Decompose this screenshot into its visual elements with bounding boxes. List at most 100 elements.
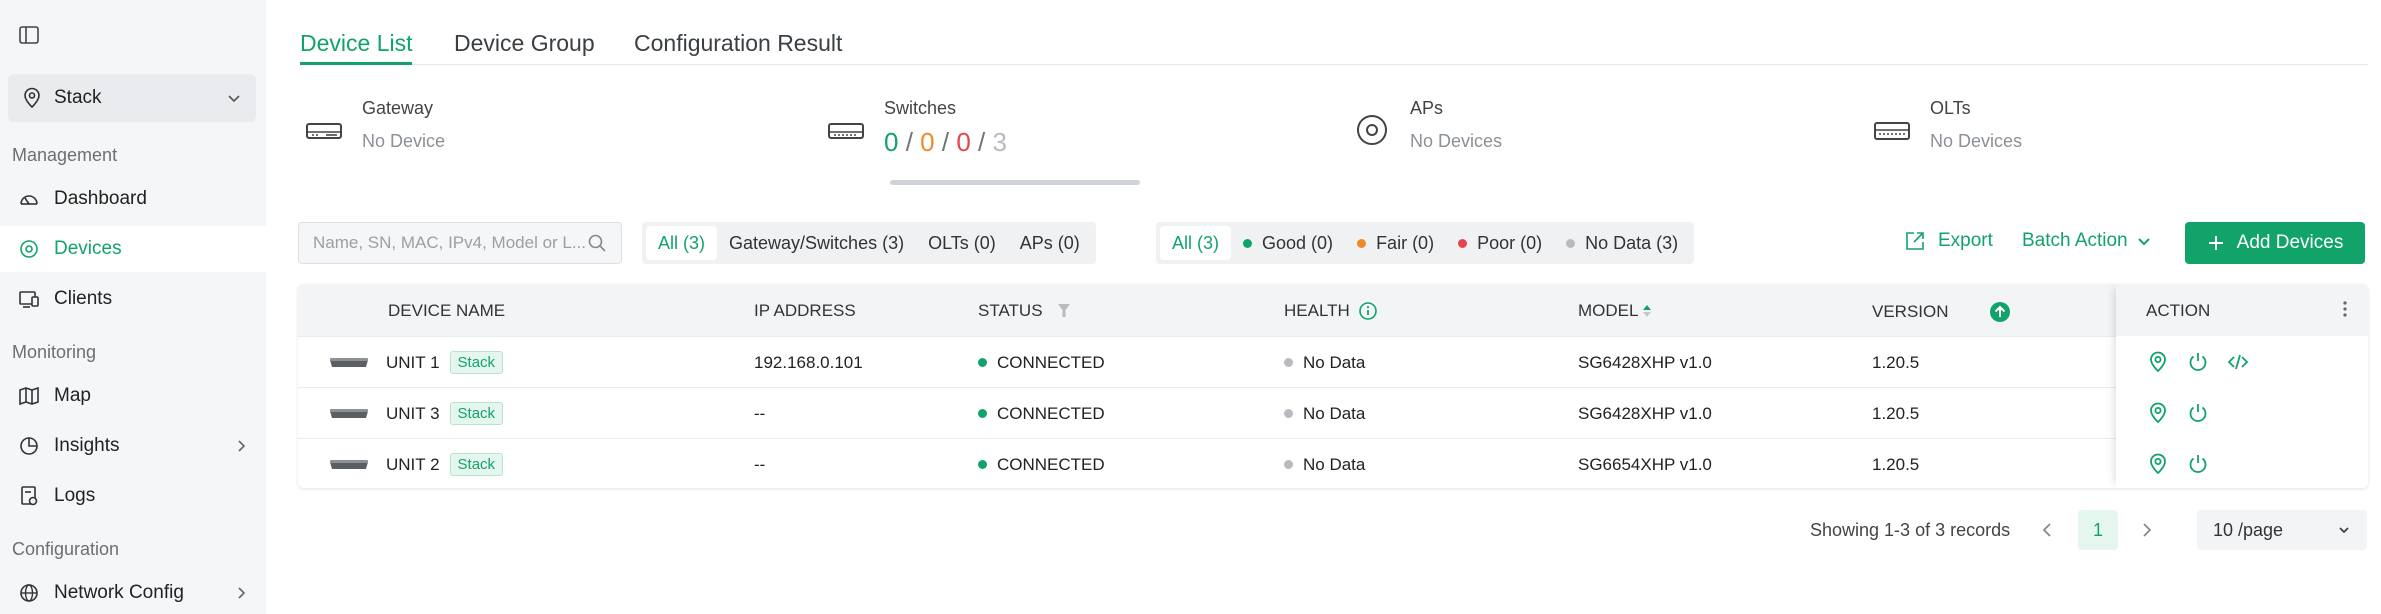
table-row[interactable]: UNIT 3 Stack -- CONNECTED No Data SG6428… [298, 387, 2368, 438]
search-input[interactable] [313, 233, 587, 253]
summary-aps-status: No Devices [1410, 131, 1503, 151]
sort-ascending-icon[interactable] [1642, 303, 1652, 319]
batch-action-label: Batch Action [2022, 230, 2128, 251]
device-name[interactable]: UNIT 3 [386, 404, 440, 424]
chevron-right-icon [232, 437, 250, 455]
filter-health-no-data-label: No Data (3) [1585, 233, 1679, 253]
info-icon[interactable] [1358, 301, 1378, 321]
switch-health-counts: 0 / 0 / 0 / 3 [884, 127, 1007, 158]
table-row[interactable]: UNIT 1 Stack 192.168.0.101 CONNECTED No … [298, 336, 2368, 387]
add-devices-button[interactable]: Add Devices [2185, 222, 2365, 264]
sidebar: Stack Management Dashboard Devices Clien… [0, 0, 266, 614]
page-size-value: 10 /page [2213, 519, 2284, 540]
filter-health-good-label: Good (0) [1262, 233, 1334, 253]
sidebar-item-logs[interactable]: Logs [0, 473, 266, 519]
more-vertical-icon[interactable] [2342, 299, 2348, 319]
switch-count-total: 3 [992, 127, 1007, 157]
tab-device-group[interactable]: Device Group [454, 30, 595, 57]
connected-dot [978, 409, 987, 418]
logs-icon [18, 485, 40, 507]
device-name[interactable]: UNIT 1 [386, 353, 440, 373]
tab-device-list[interactable]: Device List [300, 30, 412, 57]
count-separator: / [905, 127, 913, 157]
good-dot [1243, 238, 1253, 248]
tab-configuration-result[interactable]: Configuration Result [634, 30, 842, 57]
summary-olts-status: No Devices [1930, 131, 2023, 151]
device-search [298, 222, 622, 264]
sidebar-item-label: Clients [54, 288, 113, 309]
site-selector[interactable]: Stack [8, 74, 256, 122]
cli-code-icon[interactable] [2226, 350, 2250, 374]
switch-count-poor: 0 [956, 127, 971, 157]
row-actions [2146, 387, 2226, 438]
sidebar-item-network-config[interactable]: Network Config [0, 570, 266, 614]
page-size-select[interactable]: 10 /page [2197, 510, 2367, 550]
section-configuration: Configuration [12, 539, 120, 559]
section-management: Management [12, 145, 118, 165]
locate-icon[interactable] [2146, 350, 2170, 374]
upgrade-icon[interactable] [1989, 301, 2011, 323]
summary-olts-title: OLTs [1930, 98, 1971, 118]
chevron-left-icon[interactable] [2038, 520, 2058, 540]
sidebar-toggle-icon[interactable] [18, 24, 40, 46]
filter-health-good[interactable]: Good (0) [1231, 226, 1345, 260]
add-devices-label: Add Devices [2236, 232, 2344, 253]
column-action: ACTION [2146, 301, 2210, 321]
switch-count-good: 0 [884, 127, 899, 157]
filter-health-fair[interactable]: Fair (0) [1345, 226, 1446, 260]
search-icon[interactable] [587, 233, 607, 253]
count-separator: / [978, 127, 986, 157]
locate-icon[interactable] [2146, 452, 2170, 476]
batch-action-dropdown[interactable]: Batch Action [2022, 230, 2152, 252]
devices-icon [18, 238, 40, 260]
filter-type-aps[interactable]: APs (0) [1008, 226, 1092, 260]
column-label: STATUS [978, 301, 1043, 320]
globe-icon [18, 582, 40, 604]
filter-type-gateway-switches[interactable]: Gateway/Switches (3) [717, 226, 916, 260]
ip-address-cell: -- [754, 454, 766, 474]
filter-icon[interactable] [1057, 303, 1071, 319]
insights-icon [18, 435, 40, 457]
location-pin-icon [22, 87, 42, 109]
locate-icon[interactable] [2146, 401, 2170, 425]
health-text: No Data [1303, 352, 1366, 372]
summary-aps: APs No Devices [1352, 98, 1502, 152]
stack-tag: Stack [449, 351, 504, 374]
sidebar-item-map[interactable]: Map [0, 373, 266, 419]
active-tab-indicator [300, 62, 412, 65]
sidebar-item-devices[interactable]: Devices [0, 226, 266, 272]
filter-type-olts[interactable]: OLTs (0) [916, 226, 1008, 260]
filter-health-poor[interactable]: Poor (0) [1446, 226, 1554, 260]
column-label: IP ADDRESS [754, 301, 856, 320]
filter-health-no-data[interactable]: No Data (3) [1554, 226, 1690, 260]
export-label: Export [1938, 230, 1993, 251]
filter-health-fair-label: Fair (0) [1376, 233, 1435, 253]
sidebar-item-insights[interactable]: Insights [0, 423, 266, 469]
reboot-icon[interactable] [2186, 401, 2210, 425]
access-point-icon [1352, 110, 1392, 150]
table-row[interactable]: UNIT 2 Stack -- CONNECTED No Data SG6654… [298, 438, 2368, 488]
sidebar-item-label: Map [54, 385, 91, 406]
page-number-current[interactable]: 1 [2078, 510, 2118, 550]
summary-aps-title: APs [1410, 98, 1444, 118]
health-cell: No Data [1284, 388, 1365, 439]
health-cell: No Data [1284, 439, 1365, 488]
summary-switches[interactable]: Switches 0 / 0 / 0 / 3 [826, 98, 1007, 158]
no-data-dot [1566, 238, 1576, 248]
chevron-right-icon[interactable] [2136, 520, 2156, 540]
map-icon [18, 385, 40, 407]
export-button[interactable]: Export [1904, 230, 1993, 252]
device-name[interactable]: UNIT 2 [386, 455, 440, 475]
reboot-icon[interactable] [2186, 350, 2210, 374]
sidebar-item-dashboard[interactable]: Dashboard [0, 176, 266, 222]
no-data-dot [1284, 409, 1293, 418]
sidebar-item-clients[interactable]: Clients [0, 276, 266, 322]
status-cell: CONNECTED [978, 337, 1105, 388]
row-actions [2146, 336, 2266, 387]
column-model[interactable]: MODEL [1578, 301, 1652, 321]
reboot-icon[interactable] [2186, 452, 2210, 476]
filter-health-all[interactable]: All (3) [1160, 226, 1232, 260]
summary-olts: OLTs No Devices [1872, 98, 2022, 152]
column-label: MODEL [1578, 301, 1639, 320]
filter-type-all[interactable]: All (3) [646, 226, 718, 260]
